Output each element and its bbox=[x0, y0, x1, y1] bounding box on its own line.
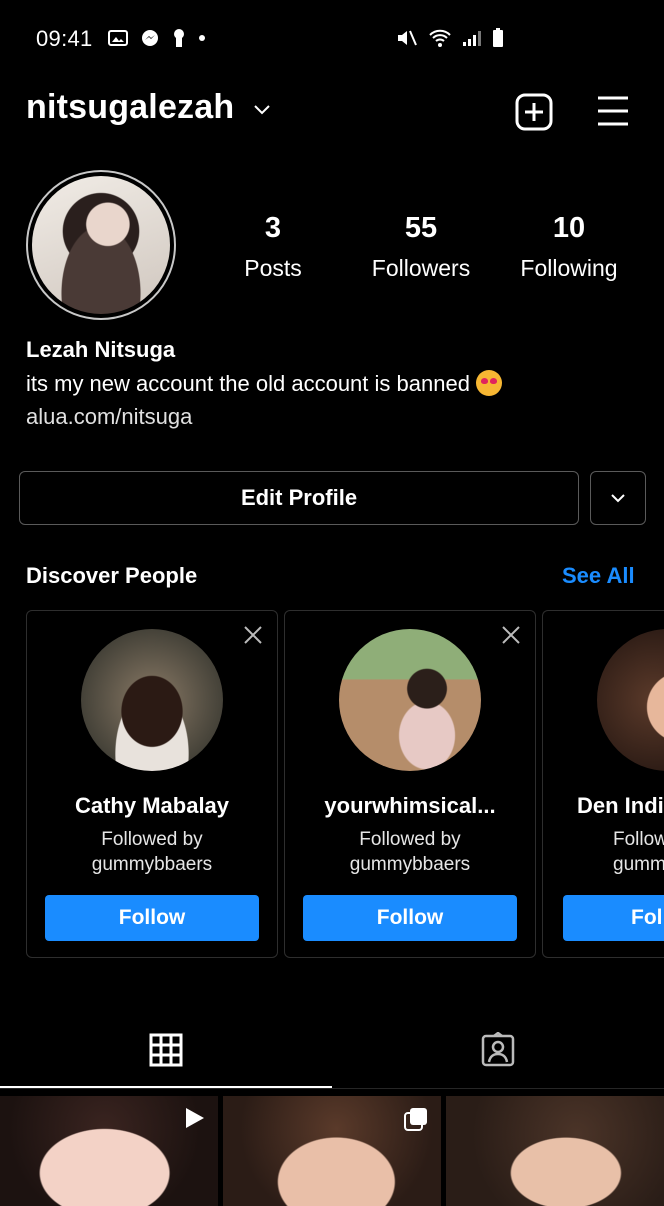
suggestion-avatar[interactable] bbox=[81, 629, 223, 771]
post-thumbnail[interactable] bbox=[0, 1096, 218, 1206]
battery-icon bbox=[493, 28, 503, 47]
followed-by-label: Followed by bbox=[101, 829, 203, 850]
close-icon[interactable] bbox=[501, 625, 521, 645]
status-icons-right bbox=[396, 28, 504, 48]
stat-value: 10 bbox=[552, 212, 586, 244]
suggestion-followed-by: Followed by gummybbaers bbox=[285, 827, 535, 877]
dot-notification-icon bbox=[199, 35, 205, 41]
chevron-down-icon bbox=[611, 494, 625, 503]
profile-username[interactable]: nitsugalezah bbox=[26, 88, 234, 127]
keyhole-notification-icon bbox=[174, 29, 184, 47]
gallery-notification-icon bbox=[108, 30, 128, 46]
suggestion-name[interactable]: Cathy Mabalay bbox=[27, 793, 277, 819]
menu-icon[interactable] bbox=[594, 92, 632, 130]
suggestion-name[interactable]: yourwhimsical... bbox=[285, 793, 535, 819]
stat-posts[interactable]: 3 Posts bbox=[203, 212, 343, 282]
close-icon[interactable] bbox=[243, 625, 263, 645]
suggestion-card[interactable]: Den Indi Follow gummy Fol bbox=[542, 610, 664, 958]
stat-value: 55 bbox=[404, 212, 438, 244]
profile-link[interactable]: alua.com/nitsuga bbox=[26, 404, 192, 430]
followed-by-label: Follow bbox=[613, 829, 664, 850]
follow-button[interactable]: Follow bbox=[45, 895, 259, 941]
suggestion-followed-by: Follow gummy bbox=[613, 827, 664, 877]
stat-following[interactable]: 10 Following bbox=[499, 212, 639, 282]
followed-by-user: gummybbaers bbox=[349, 854, 471, 875]
profile-bio: its my new account the old account is ba… bbox=[26, 370, 502, 397]
suggestion-followed-by: Followed by gummybbaers bbox=[27, 827, 277, 877]
chevron-down-icon[interactable] bbox=[252, 102, 272, 116]
suggestion-name[interactable]: Den Indi bbox=[577, 793, 664, 819]
status-icons-left bbox=[108, 28, 206, 48]
tab-divider bbox=[0, 1088, 664, 1089]
wifi-icon bbox=[429, 29, 451, 47]
messenger-notification-icon bbox=[142, 30, 158, 46]
grid-icon[interactable] bbox=[148, 1032, 184, 1068]
stat-value: 3 bbox=[264, 212, 282, 244]
profile-avatar[interactable] bbox=[26, 170, 176, 320]
suggestion-avatar[interactable] bbox=[597, 629, 664, 771]
suggestion-avatar[interactable] bbox=[339, 629, 481, 771]
discover-people-title: Discover People bbox=[26, 563, 198, 588]
post-thumbnail[interactable] bbox=[446, 1096, 664, 1206]
mute-icon bbox=[398, 30, 417, 46]
stat-label: Following bbox=[520, 255, 618, 281]
signal-icon bbox=[463, 31, 481, 46]
reel-play-icon bbox=[186, 1108, 204, 1128]
carousel-icon bbox=[404, 1108, 427, 1131]
post-thumbnail[interactable] bbox=[223, 1096, 441, 1206]
stat-label: Followers bbox=[371, 255, 471, 281]
new-post-icon[interactable] bbox=[514, 92, 554, 132]
profile-full-name: Lezah Nitsuga bbox=[26, 337, 176, 362]
follow-button[interactable]: Fol bbox=[563, 895, 664, 941]
tagged-icon[interactable] bbox=[480, 1032, 516, 1068]
follow-button[interactable]: Follow bbox=[303, 895, 517, 941]
stat-followers[interactable]: 55 Followers bbox=[351, 212, 491, 282]
status-time: 09:41 bbox=[36, 26, 93, 51]
followed-by-user: gummybbaers bbox=[91, 854, 213, 875]
discover-toggle-button[interactable] bbox=[590, 471, 646, 525]
edit-profile-button[interactable]: Edit Profile bbox=[19, 471, 579, 525]
bio-text: its my new account the old account is ba… bbox=[26, 371, 470, 396]
see-all-link[interactable]: See All bbox=[562, 563, 635, 589]
heart-eyes-emoji-icon bbox=[475, 370, 502, 396]
followed-by-label: Followed by bbox=[359, 829, 461, 850]
suggestion-card[interactable]: Cathy Mabalay Followed by gummybbaers Fo… bbox=[26, 610, 278, 958]
stat-label: Posts bbox=[244, 255, 302, 281]
suggestion-card[interactable]: yourwhimsical... Followed by gummybbaers… bbox=[284, 610, 536, 958]
avatar-photo bbox=[32, 176, 170, 314]
active-tab-indicator bbox=[0, 1086, 332, 1088]
followed-by-user: gummy bbox=[613, 854, 664, 875]
